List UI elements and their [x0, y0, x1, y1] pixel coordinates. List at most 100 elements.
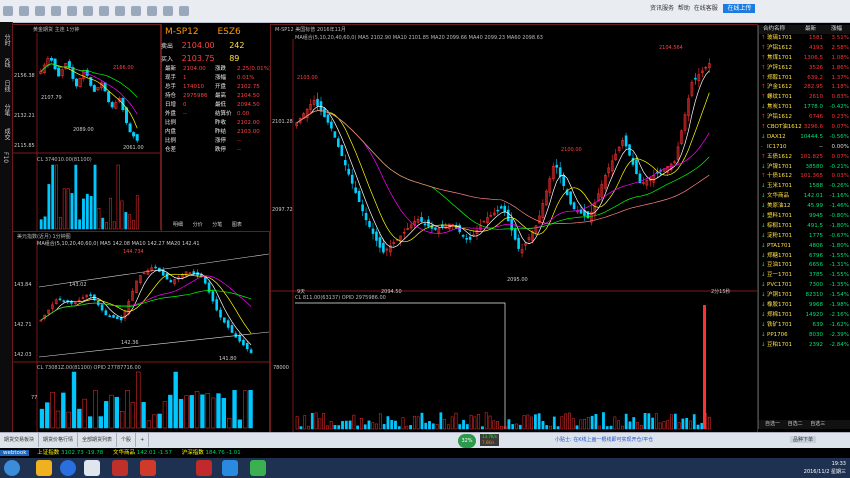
watchlist-row[interactable]: ↓ 美原油12 45.99 -1.46%	[759, 202, 850, 212]
trading-app-icon[interactable]	[140, 460, 156, 476]
toolbar-icon[interactable]	[35, 6, 45, 16]
gold-chart-panel[interactable]: 黄金期货 主连 1分钟 2156.38 2132.21 2115.85 2166.00…	[12, 24, 162, 232]
toolbar-icon[interactable]	[131, 6, 141, 16]
toolbar-icon[interactable]	[83, 6, 93, 16]
volume-bar	[135, 195, 139, 230]
watchlist-row[interactable]: ↓ 郑棉1701 14920 -2.16%	[759, 311, 850, 321]
quote-tab[interactable]: 分笔	[212, 222, 222, 228]
watchlist-row[interactable]: ↑ 十债1612 101.365 0.03%	[759, 172, 850, 182]
watchlist-row[interactable]: ↓ PTA1701 4806 -1.80%	[759, 242, 850, 252]
rail-tab[interactable]: 日线	[2, 80, 11, 92]
volume-bar	[530, 416, 534, 430]
watchlist-row[interactable]: ↓ 郑糖1701 6796 -1.55%	[759, 252, 850, 262]
watchlist-row[interactable]: ↓ 橡胶1701 9968 -1.98%	[759, 301, 850, 311]
toolbar-icon[interactable]	[51, 6, 61, 16]
trading-app-icon[interactable]	[196, 460, 212, 476]
watchlist-row[interactable]: ↓ 玉米1701 1588 -0.26%	[759, 182, 850, 192]
watchlist-row[interactable]: ↑ CBOT油1612 3296.6 0.07%	[759, 123, 850, 133]
add-tab-button[interactable]: +	[136, 433, 150, 447]
watchlist-row[interactable]: ↑ 玻璃1701 1581 3.51%	[759, 34, 850, 44]
toolbar-icon[interactable]	[115, 6, 125, 16]
watchlist-row[interactable]: ↓ 塑料1701 9945 -0.80%	[759, 212, 850, 222]
volume-bar	[655, 413, 658, 430]
rail-tab[interactable]: K线	[2, 58, 11, 68]
watchlist-row[interactable]: ↑ 沪铝1612 4193 2.58%	[759, 44, 850, 54]
start-menu-icon[interactable]	[4, 460, 20, 476]
y-tick: 2156.38	[14, 73, 35, 79]
rail-tab[interactable]: F10	[2, 152, 9, 163]
watchlist-row[interactable]: ↓ 豆油1701 6656 -1.31%	[759, 261, 850, 271]
dollar-index-panel[interactable]: 美元指数(近月) 1分钟图 MA组合(5,10,20,40,60,0) MA5 …	[12, 231, 270, 433]
watchlist-row[interactable]: ↑ 螺纹1701 2610 0.83%	[759, 93, 850, 103]
volume-bar	[227, 417, 232, 429]
watchlist-row[interactable]: ↓ DAX12 10444.5 -0.56%	[759, 133, 850, 143]
rail-tab[interactable]: 分笔	[2, 104, 11, 116]
watchlist-row[interactable]: ↓ 文华商品 142.01 -1.16%	[759, 192, 850, 202]
status-tab[interactable]: 个股	[117, 433, 137, 447]
toolbar-icon[interactable]	[147, 6, 157, 16]
watchlist-row[interactable]: ↑ 焦煤1701 1306.5 1.08%	[759, 54, 850, 64]
toolbar-icon[interactable]	[163, 6, 173, 16]
main-chart-panel[interactable]: M-SP12 美国标普 2016年11月 MA组合(5,10,20,40,60,…	[270, 24, 758, 434]
watchlist-row[interactable]: ↓ PVC1701 7300 -1.35%	[759, 281, 850, 291]
watchlist-row[interactable]: ↑ 沪金1612 282.95 1.18%	[759, 83, 850, 93]
chart-app-icon[interactable]	[168, 460, 184, 476]
watchlist-row[interactable]: ↓ 棕榈1701 491.5 -1.80%	[759, 222, 850, 232]
watchlist-row[interactable]: ↑ 沪锌1612 3526 1.86%	[759, 64, 850, 74]
watchlist-row[interactable]: ↓ 豆粕1701 2392 -2.84%	[759, 341, 850, 351]
app-icon[interactable]	[60, 460, 76, 476]
candle	[461, 235, 465, 237]
volume-bar	[74, 164, 78, 230]
cloud-icon[interactable]	[222, 460, 238, 476]
status-tab[interactable]: 全部期货列表	[78, 433, 118, 447]
app-icon[interactable]	[250, 460, 266, 476]
volume-bar	[405, 425, 409, 430]
volume-bar	[677, 422, 681, 430]
volume-bar	[89, 195, 93, 230]
status-tab[interactable]: 期货交易板块	[0, 433, 40, 447]
upload-button[interactable]: 在线上传	[723, 4, 756, 13]
volume-bar	[639, 425, 643, 430]
quote-row: 最新 2104.00 涨跌 2.25(0.01%)	[165, 66, 272, 72]
watchlist-tab[interactable]: 自选一	[765, 421, 780, 427]
volume-bar	[658, 422, 662, 430]
candle	[555, 164, 559, 168]
quote-tab[interactable]: 图表	[232, 222, 242, 228]
trading-app-icon[interactable]	[112, 460, 128, 476]
ma-line	[296, 110, 710, 225]
toolbar-icon[interactable]	[99, 6, 109, 16]
quote-tab[interactable]: 明细	[173, 222, 183, 228]
watchlist-row[interactable]: · IC1710 -- 0.00%	[759, 143, 850, 153]
watchlist-tab[interactable]: 自选二	[788, 421, 803, 427]
order-button[interactable]: 品种下单	[790, 436, 817, 443]
watchlist-row[interactable]: ↓ 沪铜1701 82310 -1.54%	[759, 291, 850, 301]
volume-bar	[295, 416, 299, 430]
rail-tab[interactable]: 分时	[2, 34, 11, 46]
toolbar-icon[interactable]	[67, 6, 77, 16]
watchlist-row[interactable]: ↑ 沪铅1612 6746 0.23%	[759, 113, 850, 123]
menu-links[interactable]: 资讯服务 帮助 在线客服 在线上传	[650, 3, 756, 13]
folder-icon[interactable]	[36, 460, 52, 476]
watchlist-row[interactable]: ↑ 五债1612 101.825 0.07%	[759, 153, 850, 163]
watchlist-row[interactable]: ↓ PP1706 8030 -2.39%	[759, 331, 850, 341]
quote-tab[interactable]: 分价	[193, 222, 203, 228]
volume-bar	[462, 419, 465, 430]
volume-bar	[643, 413, 647, 430]
watchlist-row[interactable]: ↓ 沪镍1701 38580 -0.21%	[759, 163, 850, 173]
rail-tab[interactable]: 成交	[2, 128, 11, 140]
watchlist-row[interactable]: ↓ 淀粉1701 1775 -0.67%	[759, 232, 850, 242]
status-tab[interactable]: 期货价格行情	[39, 433, 79, 447]
toolbar-icon[interactable]	[19, 6, 29, 16]
app-icon[interactable]	[84, 460, 100, 476]
toolbar-icon[interactable]	[3, 6, 13, 16]
watchlist-row[interactable]: ↓ 豆一1701 3785 -1.55%	[759, 271, 850, 281]
toolbar-icon[interactable]	[179, 6, 189, 16]
volume-bar	[314, 412, 318, 430]
watchlist-tab[interactable]: 自选三	[810, 421, 825, 427]
volume-bar	[583, 418, 586, 430]
watchlist-row[interactable]: ↓ 焦炭1701 1778.0 -0.42%	[759, 103, 850, 113]
volume-bar	[673, 413, 677, 430]
watchlist-row[interactable]: ↓ 铁矿1701 639 -1.62%	[759, 321, 850, 331]
candle	[92, 85, 96, 92]
watchlist-row[interactable]: ↑ 郑醇1701 639.2 1.37%	[759, 74, 850, 84]
